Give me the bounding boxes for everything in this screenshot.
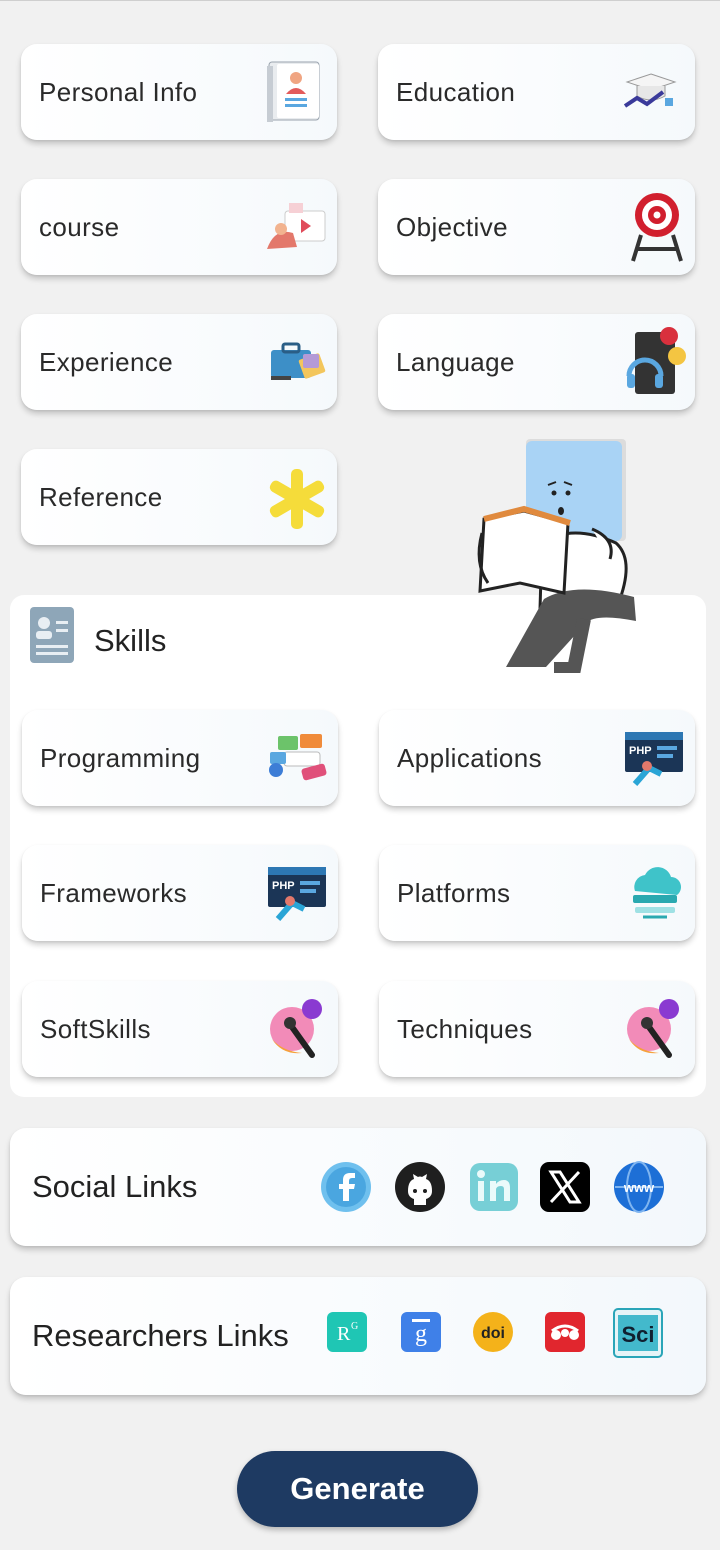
mendeley-icon[interactable] [544,1311,586,1353]
personal-info-card[interactable]: Personal Info [21,44,337,140]
applications-label: Applications [397,743,542,773]
programming-label: Programming [40,743,201,773]
linkedin-icon[interactable] [468,1161,520,1213]
svg-text:g: g [415,1321,427,1347]
researchgate-icon[interactable]: R G [326,1311,368,1353]
x-icon[interactable] [539,1161,591,1213]
graduation-cap-icon [621,56,687,128]
social-links-title: Social Links [32,1169,198,1204]
frameworks-card[interactable]: Frameworks PHP [22,845,338,941]
course-card[interactable]: course [21,179,337,275]
platforms-label: Platforms [397,878,511,908]
svg-text:R: R [337,1323,351,1345]
experience-label: Experience [39,347,174,377]
techniques-card[interactable]: Techniques [379,981,695,1077]
programming-card[interactable]: Programming [22,710,338,806]
svg-text:PHP: PHP [629,745,652,757]
microphone-speech-icon [621,993,687,1065]
video-course-icon [263,191,329,263]
techniques-label: Techniques [397,1014,533,1044]
sciprofiles-icon[interactable]: Sci [612,1307,664,1359]
researchers-links-card: Researchers Links R G g doi Sci [10,1277,706,1395]
skills-title: Skills [94,623,167,658]
github-icon[interactable] [394,1161,446,1213]
svg-text:PHP: PHP [272,880,295,892]
reference-label: Reference [39,482,163,512]
course-label: course [39,212,120,242]
objective-label: Objective [396,212,508,242]
svg-text:doi: doi [481,1325,505,1342]
briefcase-icon [263,326,329,398]
experience-card[interactable]: Experience [21,314,337,410]
resume-icon [28,605,76,665]
programming-icon [264,722,330,794]
asterisk-icon [263,461,329,533]
applications-card[interactable]: Applications PHP [379,710,695,806]
website-icon[interactable]: www [613,1161,665,1213]
cloud-platform-icon [621,857,687,929]
reading-character-illustration [472,433,642,676]
social-links-card: Social Links www [10,1128,706,1246]
reference-card[interactable]: Reference [21,449,337,545]
frameworks-label: Frameworks [40,878,188,908]
language-headphones-icon [621,326,687,398]
google-scholar-icon[interactable]: g [400,1311,442,1353]
researchers-links-title: Researchers Links [32,1318,289,1353]
education-card[interactable]: Education [378,44,695,140]
language-label: Language [396,347,515,377]
target-icon [621,191,687,263]
education-label: Education [396,77,516,107]
svg-text:www: www [623,1180,655,1195]
generate-button[interactable]: Generate [237,1451,478,1527]
svg-text:G: G [351,1321,358,1332]
facebook-icon[interactable] [320,1161,372,1213]
platforms-card[interactable]: Platforms [379,845,695,941]
objective-card[interactable]: Objective [378,179,695,275]
softskills-label: SoftSkills [40,1014,151,1044]
personal-info-label: Personal Info [39,77,198,107]
php-framework-icon: PHP [264,857,330,929]
language-card[interactable]: Language [378,314,695,410]
id-book-icon [263,56,329,128]
doi-icon[interactable]: doi [472,1311,514,1353]
php-screen-icon: PHP [621,722,687,794]
softskills-card[interactable]: SoftSkills [22,981,338,1077]
microphone-speech-icon [264,993,330,1065]
svg-text:Sci: Sci [621,1322,654,1347]
